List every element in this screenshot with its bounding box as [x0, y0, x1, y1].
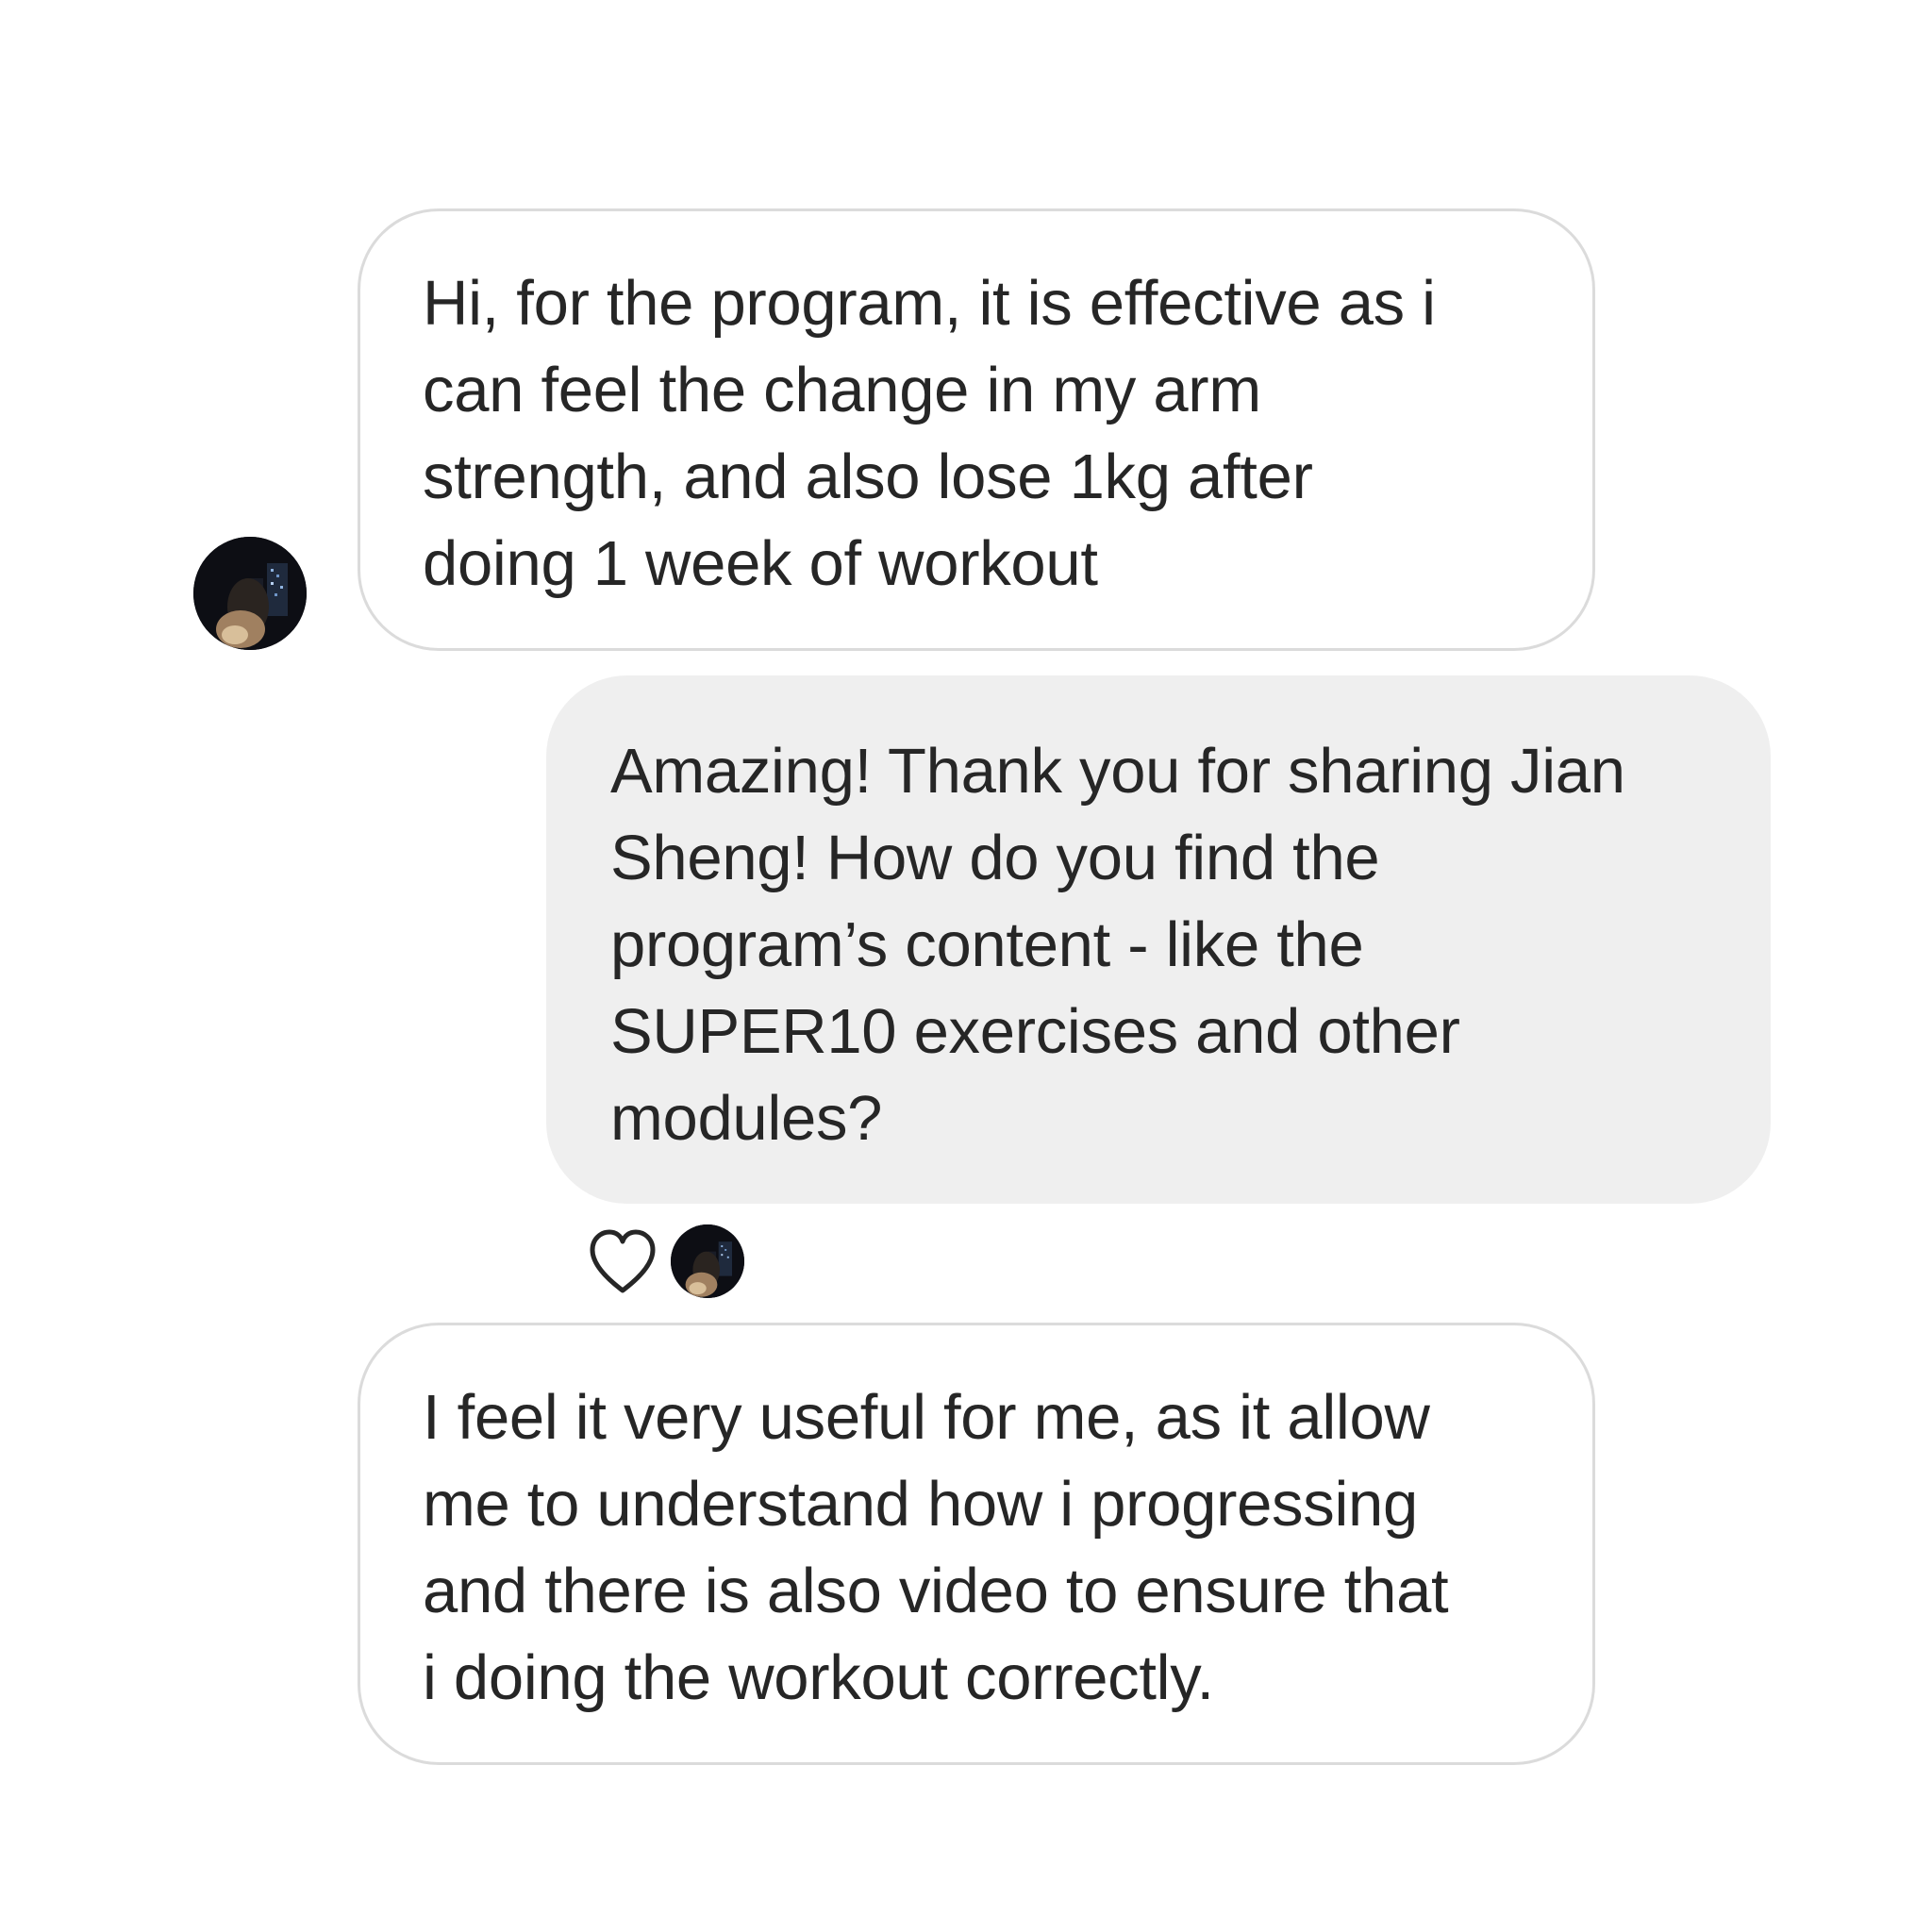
message-thread: Hi, for the program, it is effective as …: [0, 0, 1932, 1932]
message-bubble-outgoing[interactable]: Amazing! Thank you for sharing Jian Shen…: [546, 675, 1771, 1204]
message-bubble-incoming[interactable]: Hi, for the program, it is effective as …: [358, 208, 1595, 651]
message-bubble-incoming[interactable]: I feel it very useful for me, as it allo…: [358, 1323, 1595, 1765]
reaction-avatar[interactable]: [671, 1224, 744, 1298]
sender-avatar[interactable]: [193, 537, 307, 650]
heart-outline-icon[interactable]: [585, 1224, 660, 1300]
avatar-photo: [193, 537, 307, 650]
avatar-photo: [671, 1224, 744, 1298]
